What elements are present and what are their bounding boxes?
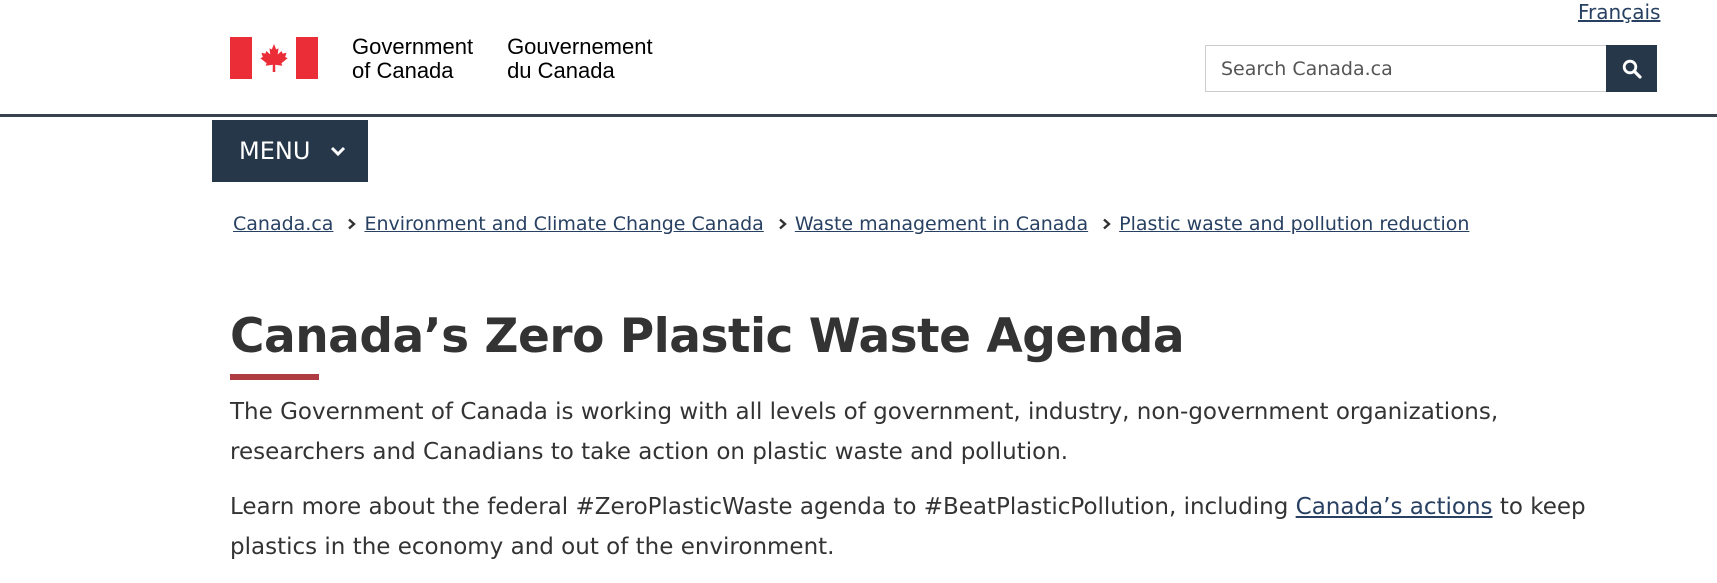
paragraph-text: Learn more about the federal #ZeroPlasti… (230, 494, 1296, 520)
site-header: Français Government of Canada Gouverneme… (0, 0, 1717, 117)
search-form (1205, 45, 1657, 92)
breadcrumb-link-canada[interactable]: Canada.ca (233, 210, 333, 238)
menu-label: MENU (239, 137, 311, 165)
chevron-right-icon (347, 218, 357, 230)
title-underline-accent (230, 374, 319, 380)
breadcrumb-link-plastic-waste[interactable]: Plastic waste and pollution reduction (1119, 210, 1469, 238)
learn-more-paragraph: Learn more about the federal #ZeroPlasti… (230, 487, 1630, 567)
breadcrumb-item: Plastic waste and pollution reduction (1088, 210, 1469, 238)
government-signature[interactable]: Government of Canada Gouvernement du Can… (230, 35, 653, 83)
chevron-down-icon (330, 145, 346, 157)
signature-fr-line1: Gouvernement (507, 34, 653, 59)
search-icon (1622, 59, 1642, 79)
signature-english: Government of Canada (352, 35, 473, 83)
search-input[interactable] (1205, 45, 1606, 92)
menu-button[interactable]: MENU (212, 120, 368, 182)
chevron-right-icon (778, 218, 787, 230)
intro-paragraph: The Government of Canada is working with… (230, 399, 1499, 465)
canadas-actions-link[interactable]: Canada’s actions (1296, 494, 1493, 520)
signature-en-line2: of Canada (352, 58, 454, 83)
breadcrumb-item: Environment and Climate Change Canada (333, 210, 764, 238)
signature-fr-line2: du Canada (507, 58, 615, 83)
breadcrumb-item: Waste management in Canada (764, 210, 1088, 238)
breadcrumb: Canada.ca Environment and Climate Change… (233, 210, 1469, 238)
page-title: Canada’s Zero Plastic Waste Agenda (230, 309, 1185, 364)
breadcrumb-link-waste-management[interactable]: Waste management in Canada (795, 210, 1088, 238)
language-toggle-link[interactable]: Français (1578, 0, 1660, 24)
canada-flag-logo (230, 37, 318, 79)
search-button[interactable] (1606, 45, 1657, 92)
breadcrumb-item: Canada.ca (233, 210, 333, 238)
signature-en-line1: Government (352, 34, 474, 59)
signature-french: Gouvernement du Canada (507, 35, 653, 83)
breadcrumb-link-eccc[interactable]: Environment and Climate Change Canada (364, 210, 763, 238)
maple-leaf-icon (260, 44, 288, 72)
chevron-right-icon (1102, 218, 1111, 230)
